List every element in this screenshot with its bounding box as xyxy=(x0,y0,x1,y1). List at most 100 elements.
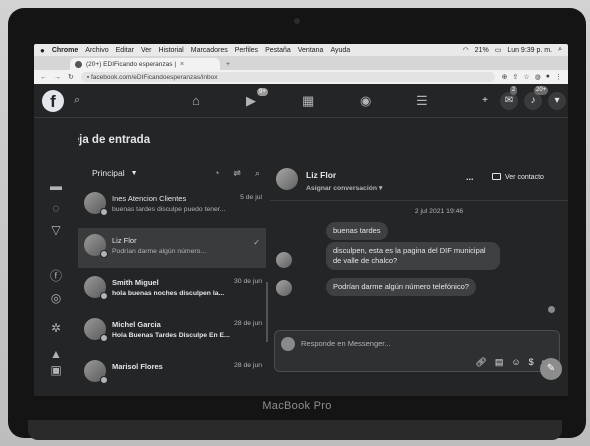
left-icon-column: ▬ ◌ ▽ ⓕ ◎ ✲ ▲ ▣ xyxy=(34,118,78,396)
search-conversations-icon[interactable]: ⌕ xyxy=(255,168,260,179)
camera-dot xyxy=(294,18,300,24)
emoji-icon[interactable]: ☺ xyxy=(511,357,520,368)
payment-icon[interactable]: $ xyxy=(529,357,534,368)
saved-replies-icon[interactable]: ▤ xyxy=(495,357,504,368)
chevron-down-icon[interactable]: ▼ xyxy=(131,170,138,177)
menu-marcadores[interactable]: Marcadores xyxy=(191,47,228,54)
search-icon[interactable]: ⌕ xyxy=(74,94,80,107)
seen-indicator xyxy=(548,306,555,313)
conversation-date: 5 de jul xyxy=(240,194,262,201)
zoom-icon[interactable]: ⊕ xyxy=(502,73,508,81)
facebook-header: f ⌕ ⌂ ▶ 9+ ▦ ◉ ☰ + ✉ 2 ♪ 20+ ▾ xyxy=(34,84,568,118)
attachment-icon[interactable]: 🔗︎ xyxy=(475,357,486,368)
people-icon[interactable]: ▲ xyxy=(48,346,64,362)
chat-contact-name[interactable]: Liz Flor xyxy=(306,170,336,180)
composer-placeholder[interactable]: Responde en Messenger... xyxy=(301,339,391,348)
list-tools: ◔ ⇌ ⌕ xyxy=(214,168,268,179)
back-icon[interactable]: ← xyxy=(40,74,47,81)
menu-icon[interactable]: ☰ xyxy=(416,93,428,109)
groups-icon[interactable]: ◉ xyxy=(360,93,371,109)
check-icon[interactable]: ✓ xyxy=(253,238,260,247)
conversation-date: 30 de jun xyxy=(234,278,262,285)
list-scrollbar[interactable] xyxy=(266,282,268,342)
tab-strip: (20+) EDIFicando esperanzas | × + xyxy=(34,56,568,70)
create-icon[interactable]: + xyxy=(476,92,494,110)
facebook-logo[interactable]: f xyxy=(42,90,64,112)
reload-icon[interactable]: ↻ xyxy=(68,73,74,81)
more-options-button[interactable]: ... xyxy=(466,172,474,182)
conversation-name: Michel Garcia xyxy=(112,320,161,329)
assign-conversation-dropdown[interactable]: Asignar conversación ▾ xyxy=(306,184,382,192)
conversation-list: Principal ▼ ◔ ⇌ ⌕ Ines Atencion Clientes… xyxy=(78,162,268,396)
forward-icon[interactable]: → xyxy=(54,74,61,81)
menu-ventana[interactable]: Ventana xyxy=(298,47,324,54)
menu-historial[interactable]: Historial xyxy=(158,47,183,54)
header-divider xyxy=(270,200,568,201)
facebook-icon[interactable]: ⓕ xyxy=(48,268,64,284)
battery-percent: 21% xyxy=(474,46,489,54)
instagram-icon[interactable]: ◎ xyxy=(48,290,64,306)
view-contact-label: Ver contacto xyxy=(505,174,544,181)
automations-icon[interactable]: ✲ xyxy=(48,320,64,336)
conversation-name: Marisol Flores xyxy=(112,362,163,371)
conversation-item[interactable]: Michel Garcia Hola Buenas Tardes Disculp… xyxy=(78,312,266,352)
marketplace-icon[interactable]: ▦ xyxy=(302,93,314,109)
filter-settings-icon[interactable]: ⇌ xyxy=(233,168,241,179)
menu-chrome[interactable]: Chrome xyxy=(52,47,78,54)
url-field[interactable]: ▪ facebook.com/eDIFicandoesperanzas/inbo… xyxy=(80,72,495,82)
wifi-icon[interactable]: ◠ xyxy=(463,46,469,54)
messenger-badge: 2 xyxy=(510,86,518,95)
conversation-preview: buenas tardes disculpe puedo tener... xyxy=(112,206,226,213)
conversation-date: 28 de jun xyxy=(234,320,262,327)
close-tab-icon[interactable]: × xyxy=(180,61,184,68)
watch-icon[interactable]: ▶ 9+ xyxy=(246,88,268,109)
browser-menu-icon[interactable]: ⋮ xyxy=(555,73,562,81)
tab-title: (20+) EDIFicando esperanzas | xyxy=(86,60,177,68)
conversation-item[interactable]: Smith Miguel hola buenas noches disculpe… xyxy=(78,270,266,310)
battery-icon[interactable]: ▭ xyxy=(495,46,502,54)
messenger-icon[interactable]: ✉ 2 xyxy=(500,86,518,110)
apple-icon[interactable]: ● xyxy=(40,46,45,55)
conversation-item[interactable]: Ines Atencion Clientes buenas tardes dis… xyxy=(78,186,266,226)
menu-archivo[interactable]: Archivo xyxy=(85,47,108,54)
new-tab-button[interactable]: + xyxy=(226,61,230,68)
message-bubble: buenas tardes xyxy=(326,222,388,240)
menu-ver[interactable]: Ver xyxy=(141,47,152,54)
menu-ayuda[interactable]: Ayuda xyxy=(330,47,350,54)
photo-background: ● Chrome Archivo Editar Ver Historial Ma… xyxy=(0,0,590,446)
compose-new-message-button[interactable]: ✎ xyxy=(540,358,562,380)
share-icon[interactable]: ⇪ xyxy=(513,73,519,81)
filter-dropdown[interactable]: Principal xyxy=(92,168,125,178)
avatar xyxy=(84,192,108,216)
laptop-bezel: ● Chrome Archivo Editar Ver Historial Ma… xyxy=(8,8,586,438)
conversation-preview: hola buenas noches disculpen la... xyxy=(112,290,225,297)
device-label: MacBook Pro xyxy=(262,400,332,412)
conversation-item-selected[interactable]: Liz Flor Podrían darme algún número... ✓ xyxy=(78,228,266,268)
url-text: facebook.com/eDIFicandoesperanzas/inbox xyxy=(91,73,218,81)
laptop-screen: ● Chrome Archivo Editar Ver Historial Ma… xyxy=(34,44,568,396)
account-icon[interactable]: ▾ xyxy=(548,92,566,110)
notifications-badge: 20+ xyxy=(534,86,549,95)
star-icon[interactable]: ☆ xyxy=(523,73,529,81)
profile-icon[interactable]: ● xyxy=(546,73,550,81)
menu-editar[interactable]: Editar xyxy=(116,47,134,54)
extension-icon[interactable]: ◍ xyxy=(535,73,541,81)
spotlight-icon[interactable]: ⌕ xyxy=(558,46,562,54)
home-icon[interactable]: ⌂ xyxy=(192,93,200,108)
browser-tab[interactable]: (20+) EDIFicando esperanzas | × xyxy=(70,58,220,70)
menu-pestana[interactable]: Pestaña xyxy=(265,47,291,54)
sidebar-toggle-icon[interactable]: ▣ xyxy=(48,362,64,378)
messenger-filter-icon[interactable]: ◌ xyxy=(48,200,64,216)
mark-unread-icon[interactable]: ◔ xyxy=(214,168,219,179)
watch-badge: 9+ xyxy=(257,88,268,96)
message-composer[interactable]: Responde en Messenger... 🔗︎ ▤ ☺ $ 👍︎ xyxy=(274,330,560,372)
instagram-direct-icon[interactable]: ▽ xyxy=(48,222,64,238)
avatar[interactable] xyxy=(276,168,298,190)
mac-menubar: ● Chrome Archivo Editar Ver Historial Ma… xyxy=(34,44,568,56)
view-contact-button[interactable]: Ver contacto xyxy=(492,173,544,181)
conversation-item[interactable]: Marisol Flores 28 de jun xyxy=(78,354,266,394)
messenger-mini-icon xyxy=(100,250,108,258)
menu-perfiles[interactable]: Perfiles xyxy=(235,47,258,54)
notifications-icon[interactable]: ♪ 20+ xyxy=(524,86,549,110)
all-messages-icon[interactable]: ▬ xyxy=(48,178,64,194)
